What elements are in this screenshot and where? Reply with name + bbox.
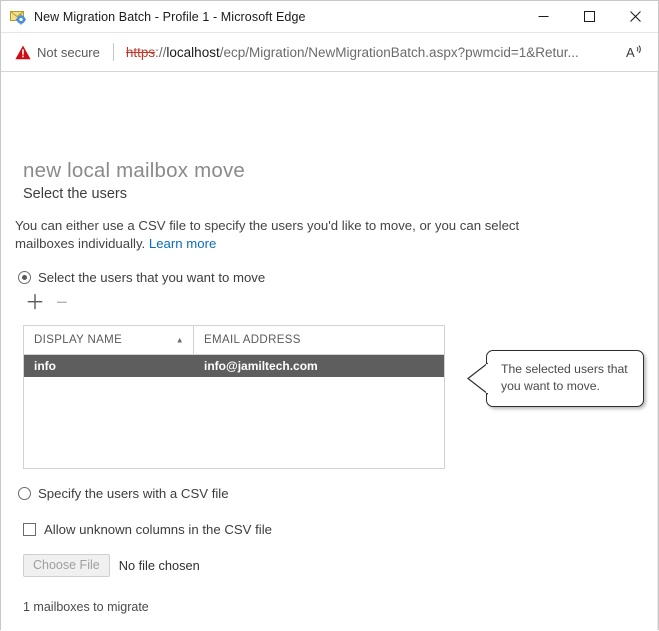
sort-ascending-icon: ▲: [175, 335, 184, 345]
page-title: new local mailbox move: [23, 159, 246, 182]
url-host: localhost: [166, 44, 220, 60]
file-upload-row: Choose File No file chosen: [23, 554, 200, 577]
page-viewport: new local mailbox move Select the users …: [1, 72, 658, 631]
cell-display-name: info: [34, 359, 56, 373]
url-separator: ://: [155, 44, 167, 60]
remove-icon[interactable]: −: [56, 293, 68, 313]
checkbox-allow-unknown-columns[interactable]: Allow unknown columns in the CSV file: [23, 522, 272, 537]
radio-select-users-label: Select the users that you want to move: [38, 270, 266, 285]
callout-annotation: The selected users that you want to move…: [467, 350, 644, 407]
grid-header-row: DISPLAY NAME ▲ EMAIL ADDRESS: [24, 326, 444, 355]
table-row[interactable]: info info@jamiltech.com: [24, 355, 444, 377]
callout-text: The selected users that you want to move…: [501, 362, 628, 393]
file-status-label: No file chosen: [118, 558, 200, 573]
column-header-display-name-label: DISPLAY NAME: [34, 334, 123, 346]
maximize-button[interactable]: [566, 1, 612, 32]
url-text[interactable]: https://localhost/ecp/Migration/NewMigra…: [126, 45, 618, 60]
browser-window: New Migration Batch - Profile 1 - Micros…: [0, 0, 659, 631]
radio-csv-file-label: Specify the users with a CSV file: [38, 486, 229, 501]
close-button[interactable]: [612, 1, 658, 32]
read-aloud-icon[interactable]: A: [626, 44, 644, 60]
window-controls: [520, 1, 658, 32]
checkbox-allow-unknown-columns-label: Allow unknown columns in the CSV file: [44, 522, 272, 537]
learn-more-link[interactable]: Learn more: [149, 236, 216, 251]
radio-option-select-users[interactable]: Select the users that you want to move: [18, 270, 265, 285]
window-title: New Migration Batch - Profile 1 - Micros…: [34, 9, 306, 24]
warning-triangle-icon: [15, 45, 31, 60]
intro-text: You can either use a CSV file to specify…: [15, 218, 520, 251]
cell-email-address: info@jamiltech.com: [204, 359, 318, 373]
radio-option-csv-file[interactable]: Specify the users with a CSV file: [18, 486, 229, 501]
security-label: Not secure: [37, 44, 100, 60]
choose-file-button[interactable]: Choose File: [23, 554, 110, 577]
radio-csv-file-input[interactable]: [18, 487, 31, 500]
exchange-mail-gear-icon: [10, 9, 27, 25]
column-header-email-address[interactable]: EMAIL ADDRESS: [194, 326, 444, 354]
column-header-email-address-label: EMAIL ADDRESS: [204, 334, 301, 346]
security-indicator[interactable]: Not secure: [15, 45, 100, 60]
address-divider: [112, 43, 114, 61]
intro-paragraph: You can either use a CSV file to specify…: [15, 217, 535, 253]
column-header-display-name[interactable]: DISPLAY NAME ▲: [24, 326, 194, 354]
minimize-button[interactable]: [520, 1, 566, 32]
radio-select-users-input[interactable]: [18, 271, 31, 284]
mailbox-count-label: 1 mailboxes to migrate: [23, 600, 149, 614]
checkbox-allow-unknown-columns-input[interactable]: [23, 523, 36, 536]
url-path: /ecp/Migration/NewMigrationBatch.aspx?pw…: [219, 44, 579, 60]
address-bar: Not secure https://localhost/ecp/Migrati…: [1, 33, 658, 72]
grid-body: info info@jamiltech.com: [24, 355, 444, 377]
url-scheme: https: [125, 44, 156, 60]
title-bar: New Migration Batch - Profile 1 - Micros…: [1, 1, 658, 33]
svg-text:A: A: [626, 45, 635, 60]
grid-toolbar: ＋ −: [25, 293, 68, 313]
users-grid: DISPLAY NAME ▲ EMAIL ADDRESS info info@j…: [23, 325, 445, 469]
callout-tail-icon: [467, 363, 488, 395]
add-icon[interactable]: ＋: [25, 293, 45, 313]
page-subtitle: Select the users: [23, 186, 127, 202]
ecp-page-content: new local mailbox move Select the users …: [1, 72, 658, 631]
